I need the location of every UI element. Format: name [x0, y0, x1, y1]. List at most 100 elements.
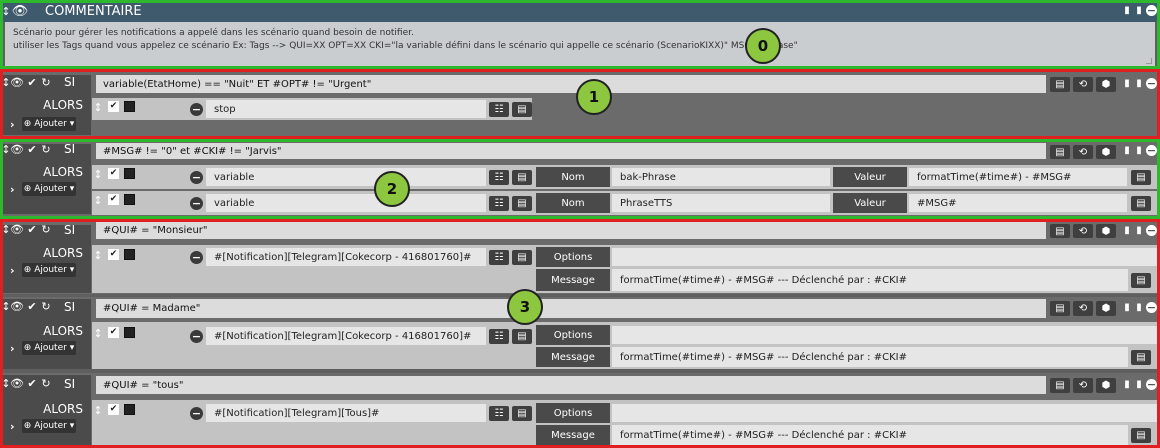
list-icon[interactable]: ▤ — [1050, 378, 1070, 393]
duplicate-icon[interactable]: ▮ — [1134, 302, 1144, 314]
cube-icon[interactable]: ⬢ — [1096, 301, 1116, 316]
duplicate-icon[interactable]: ▮ — [1134, 379, 1144, 391]
enable-checkbox[interactable]: ✔ — [108, 249, 119, 260]
history-icon[interactable]: ⟲ — [1073, 224, 1093, 238]
condition-input[interactable]: #QUI# = Madame" — [96, 299, 1046, 318]
action-name-input[interactable]: #[Notification][Telegram][Tous]# — [206, 404, 486, 422]
remove-icon[interactable]: − — [1146, 379, 1157, 390]
list-icon[interactable]: ▤ — [512, 170, 532, 185]
enable-checkbox[interactable]: ✔ — [108, 194, 119, 205]
select-list-icon[interactable]: ☷ — [489, 250, 509, 265]
valeur-input[interactable]: #MSG# — [909, 194, 1127, 212]
list-icon[interactable]: ▤ — [1050, 145, 1070, 159]
parallel-checkbox[interactable] — [124, 168, 135, 179]
list-icon[interactable]: ▤ — [1050, 301, 1070, 316]
drag-handle-icon[interactable]: ↕ — [1, 223, 10, 235]
remove-action-icon[interactable]: − — [190, 330, 203, 343]
check-icon[interactable]: ✔ — [26, 300, 38, 312]
copy-icon[interactable]: ▮ — [1122, 379, 1132, 391]
remove-action-icon[interactable]: − — [190, 251, 203, 264]
select-list-icon[interactable]: ☷ — [489, 406, 509, 421]
drag-handle-icon[interactable]: ↕ — [1, 300, 10, 312]
copy-icon[interactable]: ▮ — [1122, 145, 1132, 157]
select-list-icon[interactable]: ☷ — [489, 329, 509, 344]
action-name-input[interactable]: variable — [206, 168, 486, 186]
valeur-input[interactable]: formatTime(#time#) - #MSG# — [909, 168, 1127, 186]
parallel-checkbox[interactable] — [124, 101, 135, 112]
list-icon[interactable]: ▤ — [1131, 273, 1151, 288]
cube-icon[interactable]: ⬢ — [1096, 224, 1116, 238]
message-textarea[interactable]: formatTime(#time#) - #MSG# --- Déclenché… — [612, 347, 1128, 367]
drag-handle-icon[interactable]: ↕ — [93, 327, 102, 339]
list-icon[interactable]: ▤ — [1050, 77, 1070, 92]
drag-handle-icon[interactable]: ↕ — [1, 143, 10, 155]
refresh-icon[interactable]: ↻ — [40, 223, 52, 235]
drag-handle-icon[interactable]: ↕ — [1, 377, 10, 389]
parallel-checkbox[interactable] — [124, 194, 135, 205]
eye-icon[interactable]: 👁 — [10, 377, 24, 389]
cube-icon[interactable]: ⬢ — [1096, 378, 1116, 393]
refresh-icon[interactable]: ↻ — [40, 300, 52, 312]
eye-icon[interactable]: 👁 — [12, 4, 29, 18]
duplicate-icon[interactable]: ▮ — [1134, 78, 1144, 90]
chevron-right-icon[interactable]: › — [10, 264, 15, 277]
message-textarea[interactable]: formatTime(#time#) - #MSG# --- Déclenché… — [612, 269, 1128, 291]
check-icon[interactable]: ✔ — [26, 377, 38, 389]
chevron-right-icon[interactable]: › — [10, 420, 15, 433]
eye-icon[interactable]: 👁 — [10, 143, 24, 155]
list-icon[interactable]: ▤ — [512, 102, 532, 117]
list-icon[interactable]: ▤ — [512, 406, 532, 421]
action-name-input[interactable]: #[Notification][Telegram][Cokecorp - 416… — [206, 248, 486, 266]
drag-handle-icon[interactable]: ↕ — [1, 76, 10, 88]
parallel-checkbox[interactable] — [124, 327, 135, 338]
history-icon[interactable]: ⟲ — [1073, 301, 1093, 316]
check-icon[interactable]: ✔ — [26, 143, 38, 155]
enable-checkbox[interactable]: ✔ — [108, 404, 119, 415]
add-button[interactable]: ⊕ Ajouter ▾ — [22, 117, 76, 131]
options-input[interactable] — [612, 404, 1157, 422]
cube-icon[interactable]: ⬢ — [1096, 145, 1116, 159]
nom-input[interactable]: PhraseTTS — [612, 194, 830, 212]
remove-action-icon[interactable]: − — [190, 171, 203, 184]
cube-icon[interactable]: ⬢ — [1096, 77, 1116, 92]
duplicate-icon[interactable]: ▮ — [1134, 5, 1144, 17]
remove-action-icon[interactable]: − — [190, 407, 203, 420]
list-icon[interactable]: ▤ — [512, 250, 532, 265]
condition-input[interactable]: #QUI# = "tous" — [96, 376, 1046, 394]
remove-icon[interactable]: − — [1146, 302, 1157, 313]
list-icon[interactable]: ▤ — [512, 196, 532, 211]
list-icon[interactable]: ▤ — [1050, 224, 1070, 238]
action-name-input[interactable]: variable — [206, 194, 486, 212]
enable-checkbox[interactable]: ✔ — [108, 168, 119, 179]
add-button[interactable]: ⊕ Ajouter ▾ — [22, 182, 76, 196]
refresh-icon[interactable]: ↻ — [40, 377, 52, 389]
drag-handle-icon[interactable]: ↕ — [93, 101, 102, 113]
list-icon[interactable]: ▤ — [1131, 428, 1151, 443]
drag-handle-icon[interactable]: ↕ — [93, 168, 102, 180]
drag-handle-icon[interactable]: ↕ — [1, 4, 10, 18]
select-list-icon[interactable]: ☷ — [489, 196, 509, 211]
eye-icon[interactable]: 👁 — [10, 300, 24, 312]
parallel-checkbox[interactable] — [124, 404, 135, 415]
remove-icon[interactable]: − — [1146, 5, 1157, 16]
history-icon[interactable]: ⟲ — [1073, 145, 1093, 159]
chevron-right-icon[interactable]: › — [10, 118, 15, 131]
eye-icon[interactable]: 👁 — [10, 223, 24, 235]
refresh-icon[interactable]: ↻ — [40, 76, 52, 88]
drag-handle-icon[interactable]: ↕ — [93, 194, 102, 206]
nom-input[interactable]: bak-Phrase — [612, 168, 830, 186]
select-list-icon[interactable]: ☷ — [489, 102, 509, 117]
remove-action-icon[interactable]: − — [190, 197, 203, 210]
add-button[interactable]: ⊕ Ajouter ▾ — [22, 263, 76, 277]
copy-icon[interactable]: ▮ — [1122, 78, 1132, 90]
check-icon[interactable]: ✔ — [26, 223, 38, 235]
condition-input[interactable]: #MSG# != "0" et #CKI# != "Jarvis" — [96, 143, 1046, 159]
add-button[interactable]: ⊕ Ajouter ▾ — [22, 341, 76, 355]
enable-checkbox[interactable]: ✔ — [108, 327, 119, 338]
copy-icon[interactable]: ▮ — [1122, 5, 1132, 17]
duplicate-icon[interactable]: ▮ — [1134, 145, 1144, 157]
copy-icon[interactable]: ▮ — [1122, 225, 1132, 237]
comment-textarea[interactable]: Scénario pour gérer les notifications a … — [5, 22, 1155, 66]
enable-checkbox[interactable]: ✔ — [108, 101, 119, 112]
remove-action-icon[interactable]: − — [190, 103, 203, 116]
